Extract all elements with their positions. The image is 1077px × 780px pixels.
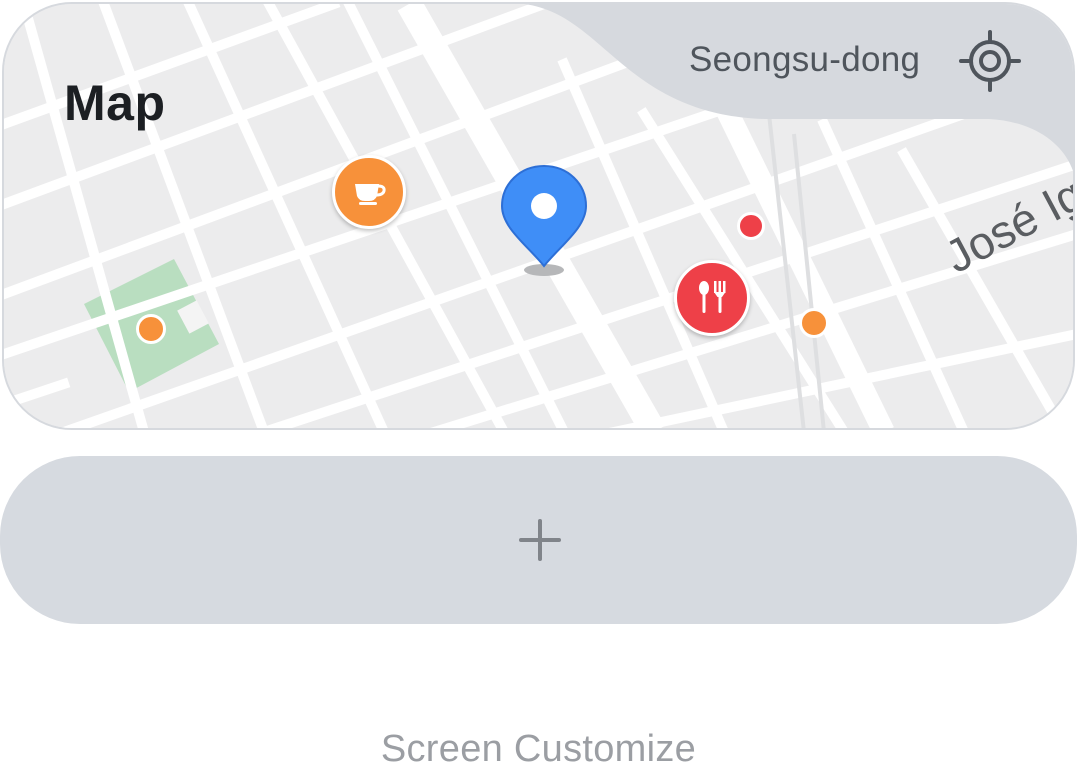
restaurant-marker[interactable] — [674, 260, 750, 336]
fork-spoon-icon — [699, 281, 726, 313]
cafe-marker[interactable] — [332, 155, 406, 229]
poi-dot-orange-park[interactable] — [136, 314, 166, 344]
coffee-cup-icon — [355, 184, 386, 205]
poi-dot-orange[interactable] — [799, 308, 829, 338]
crosshair-icon — [959, 30, 1021, 92]
location-pin-icon — [500, 164, 588, 276]
screen-customize-link[interactable]: Screen Customize — [0, 728, 1077, 771]
location-label[interactable]: Seongsu-dong — [689, 40, 920, 80]
plus-icon — [519, 519, 561, 561]
map-widget[interactable]: Map Seongsu-dong José Igr — [2, 2, 1075, 430]
poi-dot-red[interactable] — [737, 212, 765, 240]
map-title: Map — [64, 75, 166, 131]
locate-button[interactable] — [959, 30, 1021, 92]
